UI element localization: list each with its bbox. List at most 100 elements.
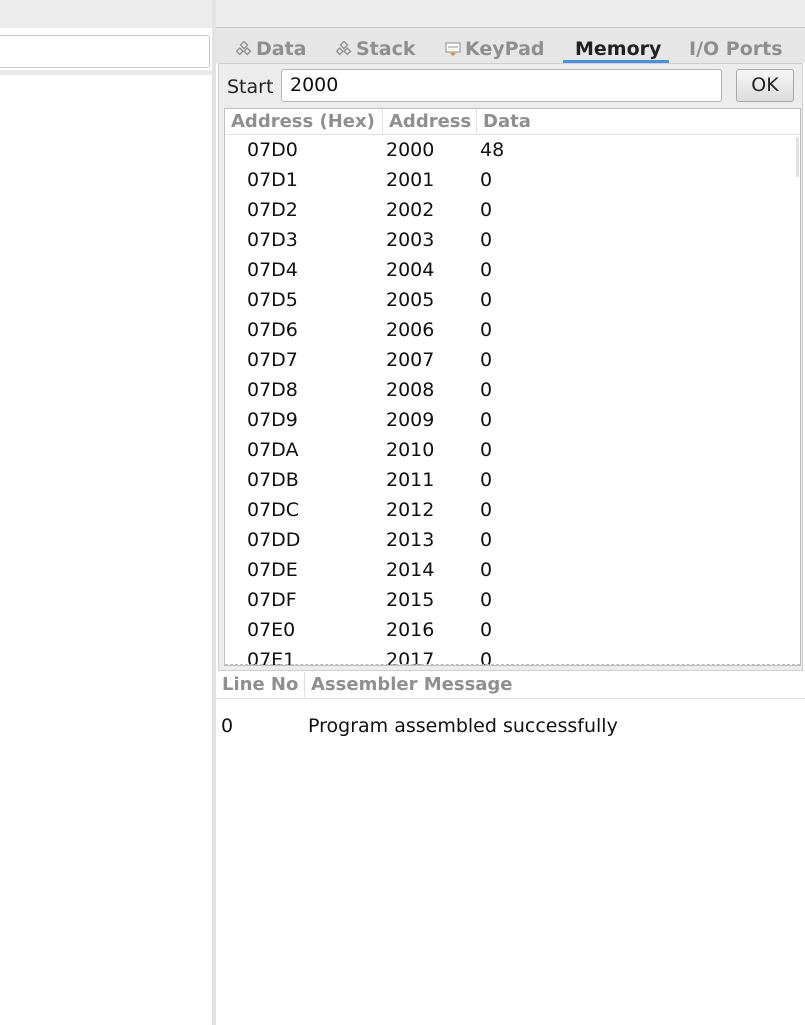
- cell-data: 0: [480, 319, 493, 341]
- memory-table-body: 07D0 2000 48 07D1 2001 0 07D2 2002 0 07D3 2003 0 07D…: [225, 135, 800, 666]
- cell-address: 2013: [386, 529, 435, 551]
- cell-data: 0: [480, 289, 493, 311]
- cell-address: 2000: [386, 139, 435, 161]
- message-text: Program assembled successfully: [308, 715, 618, 737]
- right-top-strip: [216, 0, 805, 27]
- cell-address: 2002: [386, 199, 435, 221]
- cell-address-hex: 07E1: [247, 649, 296, 666]
- cell-data: 0: [480, 589, 493, 611]
- cell-address: 2003: [386, 229, 435, 251]
- cell-address-hex: 07D0: [247, 139, 298, 161]
- data-icon: [236, 41, 252, 56]
- cell-address: 2005: [386, 289, 435, 311]
- memory-table-header: Address (Hex) Address Data: [225, 109, 800, 135]
- cell-address-hex: 07D7: [247, 349, 298, 371]
- cell-data: 0: [480, 439, 493, 461]
- table-row[interactable]: 07D2 2002 0: [225, 195, 800, 225]
- cell-address: 2001: [386, 169, 435, 191]
- cell-address: 2004: [386, 259, 435, 281]
- cell-address: 2017: [386, 649, 435, 666]
- cell-address: 2012: [386, 499, 435, 521]
- cell-address: 2010: [386, 439, 435, 461]
- table-row[interactable]: 07DF 2015 0: [225, 585, 800, 615]
- table-row[interactable]: 07E0 2016 0: [225, 615, 800, 645]
- column-header-address[interactable]: Address: [382, 109, 476, 134]
- cell-data: 0: [480, 379, 493, 401]
- cell-address: 2014: [386, 559, 435, 581]
- cell-data: 0: [480, 529, 493, 551]
- table-row[interactable]: 07E1 2017 0: [225, 645, 800, 666]
- table-row[interactable]: 07D5 2005 0: [225, 285, 800, 315]
- start-address-input[interactable]: 2000: [281, 69, 722, 102]
- cell-data: 0: [480, 229, 493, 251]
- cell-address: 2007: [386, 349, 435, 371]
- editor-pane: [0, 0, 212, 1025]
- cell-address-hex: 07D8: [247, 379, 298, 401]
- cell-address-hex: 07DD: [247, 529, 301, 551]
- editor-field[interactable]: [0, 35, 210, 68]
- table-row[interactable]: 07DC 2012 0: [225, 495, 800, 525]
- tab-data[interactable]: Data: [236, 34, 307, 64]
- message-line-no: 0: [221, 715, 234, 737]
- memory-table[interactable]: Address (Hex) Address Data 07D0 2000 48 07D…: [224, 108, 801, 666]
- cell-address: 2008: [386, 379, 435, 401]
- cell-data: 0: [480, 349, 493, 371]
- cell-data: 48: [480, 139, 505, 161]
- tab-stack[interactable]: Stack: [336, 34, 416, 64]
- toolbar-strip: [0, 0, 212, 28]
- column-header-line-no[interactable]: Line No: [216, 672, 304, 698]
- table-row[interactable]: 07D0 2000 48: [225, 135, 800, 165]
- stack-icon: [336, 41, 352, 56]
- table-row[interactable]: 07DE 2014 0: [225, 555, 800, 585]
- messages-header: Line No Assembler Message: [216, 672, 805, 699]
- simulator-pane: Data Stack KeyPad Memory I/O Ports Start…: [216, 0, 805, 1025]
- start-label: Start: [227, 76, 274, 98]
- ok-button[interactable]: OK: [736, 69, 794, 102]
- cell-data: 0: [480, 199, 493, 221]
- tab-label: Stack: [356, 38, 416, 60]
- assembler-messages: Line No Assembler Message 0 Program asse…: [216, 672, 805, 1025]
- column-header-data[interactable]: Data: [476, 109, 800, 134]
- table-row[interactable]: 07D9 2009 0: [225, 405, 800, 435]
- cell-data: 0: [480, 649, 493, 666]
- cell-address: 2016: [386, 619, 435, 641]
- tab-label: Memory: [575, 38, 662, 60]
- cell-address-hex: 07D3: [247, 229, 298, 251]
- cell-address-hex: 07DA: [247, 439, 299, 461]
- keypad-icon: [445, 42, 461, 56]
- scrollbar-thumb[interactable]: [796, 137, 799, 177]
- cell-address-hex: 07D1: [247, 169, 298, 191]
- table-row[interactable]: 07D3 2003 0: [225, 225, 800, 255]
- cell-address-hex: 07D6: [247, 319, 298, 341]
- message-row[interactable]: 0 Program assembled successfully: [216, 712, 805, 740]
- table-row[interactable]: 07D1 2001 0: [225, 165, 800, 195]
- cell-address-hex: 07D4: [247, 259, 298, 281]
- table-row[interactable]: 07DA 2010 0: [225, 435, 800, 465]
- tab-label: KeyPad: [465, 38, 545, 60]
- cell-address-hex: 07DC: [247, 499, 300, 521]
- cell-address: 2011: [386, 469, 435, 491]
- table-row[interactable]: 07D6 2006 0: [225, 315, 800, 345]
- cell-data: 0: [480, 619, 493, 641]
- cell-data: 0: [480, 259, 493, 281]
- cell-address: 2009: [386, 409, 435, 431]
- table-row[interactable]: 07DD 2013 0: [225, 525, 800, 555]
- table-row[interactable]: 07DB 2011 0: [225, 465, 800, 495]
- table-row[interactable]: 07D4 2004 0: [225, 255, 800, 285]
- cell-address-hex: 07D2: [247, 199, 298, 221]
- tab-label: I/O Ports: [689, 38, 783, 60]
- table-bottom-edge: [225, 664, 800, 665]
- cell-address-hex: 07DB: [247, 469, 299, 491]
- tab-bar: Data Stack KeyPad Memory I/O Ports: [216, 27, 805, 63]
- cell-address: 2015: [386, 589, 435, 611]
- table-row[interactable]: 07D8 2008 0: [225, 375, 800, 405]
- column-header-message[interactable]: Assembler Message: [304, 672, 805, 698]
- column-header-hex[interactable]: Address (Hex): [225, 109, 382, 134]
- editor-divider: [0, 70, 212, 75]
- cell-data: 0: [480, 499, 493, 521]
- cell-data: 0: [480, 469, 493, 491]
- tab-io-ports[interactable]: I/O Ports: [689, 34, 783, 64]
- table-row[interactable]: 07D7 2007 0: [225, 345, 800, 375]
- tab-keypad[interactable]: KeyPad: [445, 34, 545, 64]
- tab-label: Data: [256, 38, 307, 60]
